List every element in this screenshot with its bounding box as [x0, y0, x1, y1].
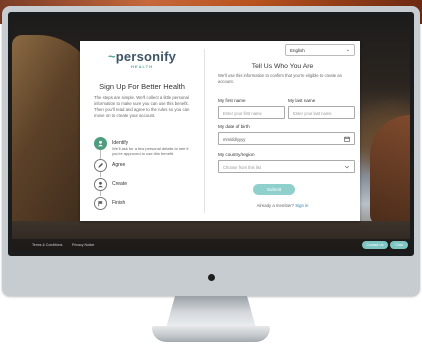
steps-description: The steps are simple. We'll collect a li… — [94, 95, 190, 118]
brand-sub: HEALTH — [131, 64, 153, 69]
dob-label: My date of birth — [218, 124, 250, 129]
step-create: Create — [94, 178, 198, 194]
monitor-base — [152, 326, 270, 342]
sign-in-link[interactable]: Sign in — [295, 203, 308, 208]
language-select[interactable]: English ⌄ — [285, 44, 355, 56]
first-name-label: My first name — [218, 98, 246, 103]
member-text: Already a member? — [256, 203, 295, 208]
first-name-placeholder: Enter your first name — [223, 110, 262, 116]
brand-logo: ~personify — [107, 49, 177, 64]
monitor-bezel: ~personify HEALTH Sign Up For Better Hea… — [8, 12, 414, 256]
country-placeholder: Choose from this list — [223, 164, 261, 170]
person-icon — [94, 178, 107, 191]
monitor-chin — [2, 258, 420, 296]
terms-link[interactable]: Terms & Conditions — [32, 243, 62, 247]
person-icon — [94, 137, 107, 150]
steps-title: Sign Up For Better Health — [99, 82, 185, 91]
step-label: Identify — [112, 139, 129, 146]
last-name-placeholder: Enter your last name — [293, 110, 332, 116]
flag-icon — [94, 197, 107, 210]
step-finish: Finish — [94, 197, 198, 213]
monitor: ~personify HEALTH Sign Up For Better Hea… — [2, 6, 420, 296]
step-agree: Agree — [94, 159, 198, 175]
step-identify: Identify We'll ask for a few personal de… — [94, 137, 198, 156]
country-select[interactable]: Choose from this list — [218, 160, 355, 173]
member-prompt: Already a member? Sign in — [205, 203, 360, 208]
step-label: Create — [112, 180, 128, 187]
chat-button[interactable]: Chat — [390, 241, 408, 249]
form-title: Tell Us Who You Are — [251, 63, 314, 70]
last-name-field[interactable]: Enter your last name — [288, 106, 355, 119]
privacy-link[interactable]: Privacy Notice — [72, 243, 94, 247]
monitor-stand — [166, 296, 256, 328]
language-value: English — [290, 47, 305, 53]
submit-button[interactable]: Submit — [253, 184, 295, 195]
step-label: Finish — [112, 199, 126, 206]
brand-name: personify — [115, 49, 177, 64]
pencil-icon — [94, 159, 107, 172]
screen: ~personify HEALTH Sign Up For Better Hea… — [12, 17, 410, 251]
dob-field[interactable]: mm/dd/yyyy — [218, 132, 355, 145]
signup-steps-panel: ~personify HEALTH Sign Up For Better Hea… — [80, 41, 204, 221]
first-name-field[interactable]: Enter your first name — [218, 106, 285, 119]
country-label: My country/region — [218, 152, 255, 157]
step-note: We'll ask for a few personal details to … — [112, 146, 189, 156]
chevron-down-icon: ⌄ — [345, 47, 350, 53]
dob-placeholder: mm/dd/yyyy — [223, 136, 246, 142]
last-name-label: My last name — [288, 98, 316, 103]
form-description: We'll use this information to confirm th… — [218, 73, 342, 84]
calendar-icon[interactable] — [344, 136, 350, 142]
signup-card: ~personify HEALTH Sign Up For Better Hea… — [80, 41, 360, 221]
camera-icon — [208, 274, 215, 281]
background-rock-right — [370, 115, 410, 225]
chevron-down-icon — [344, 165, 350, 168]
contact-button[interactable]: Contact Us — [362, 241, 388, 249]
page-footer: Terms & Conditions Privacy Notice Contac… — [12, 239, 410, 251]
identify-form: English ⌄ Tell Us Who You Are We'll use … — [205, 41, 360, 221]
step-label: Agree — [112, 161, 126, 168]
